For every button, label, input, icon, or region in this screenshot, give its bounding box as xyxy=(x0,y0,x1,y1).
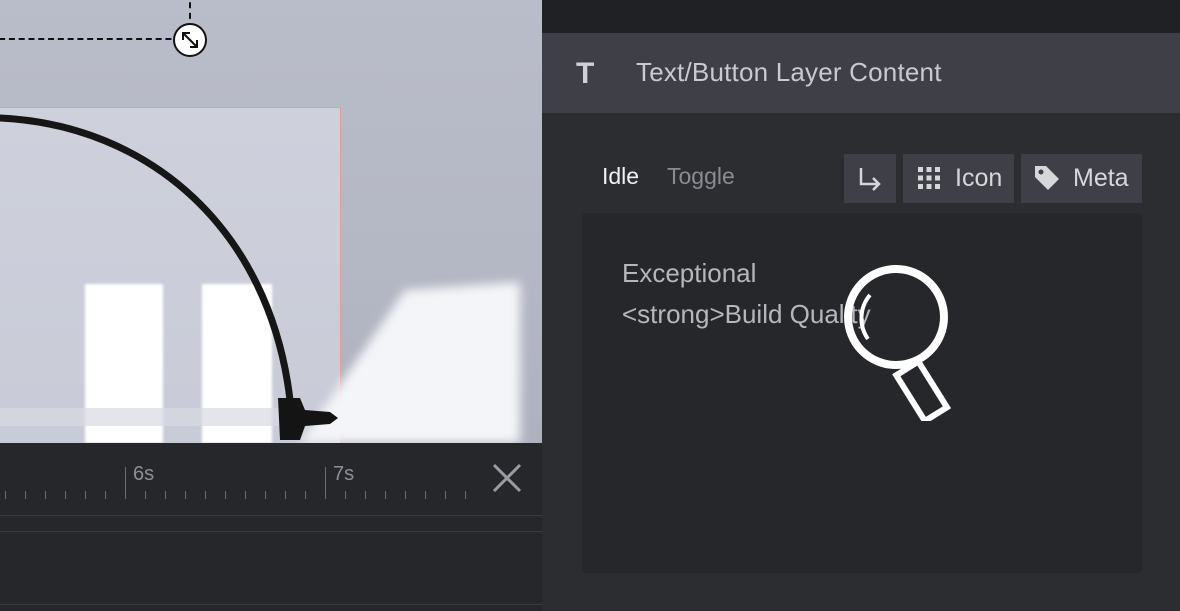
timeline-tick xyxy=(205,491,206,499)
editor-line-1: Exceptional xyxy=(622,258,757,288)
editor-line-2: <strong>Build Quality xyxy=(622,299,871,329)
timeline-tick xyxy=(385,491,386,499)
timeline-track[interactable] xyxy=(0,531,542,605)
timeline-tick xyxy=(145,491,146,499)
tag-icon xyxy=(1035,166,1059,190)
timeline-tick xyxy=(405,491,406,499)
timeline-major-tick xyxy=(325,467,326,499)
timeline-tick xyxy=(365,491,366,499)
canvas-stage[interactable] xyxy=(0,0,542,443)
timeline-tick xyxy=(445,491,446,499)
text-layer-icon: T xyxy=(576,57,595,90)
resize-handle[interactable] xyxy=(173,23,207,57)
timeline-tick xyxy=(185,491,186,499)
layer-image xyxy=(0,114,520,443)
grid-icon xyxy=(918,167,940,189)
timeline-tick xyxy=(225,491,226,499)
timeline-tick xyxy=(465,491,466,499)
timeline-tick xyxy=(65,491,66,499)
panel-topbar xyxy=(542,0,1180,33)
insert-meta-button[interactable]: Meta xyxy=(1021,154,1142,203)
timeline-tick xyxy=(25,491,26,499)
timeline-tick xyxy=(5,491,6,499)
timeline-tick xyxy=(265,491,266,499)
layer-content-editor[interactable]: Exceptional <strong>Build Quality xyxy=(582,213,1142,573)
timeline-tick xyxy=(345,491,346,499)
timeline-label-7s: 7s xyxy=(333,463,355,485)
icon-button-label: Icon xyxy=(955,164,1003,192)
timeline-tick xyxy=(305,491,306,499)
insert-line-break-button[interactable] xyxy=(844,154,896,203)
diagonal-resize-icon xyxy=(182,32,198,48)
insert-icon-button[interactable]: Icon xyxy=(903,154,1014,203)
timeline-tick xyxy=(245,491,246,499)
tab-toggle[interactable]: Toggle xyxy=(667,163,735,190)
tab-idle[interactable]: Idle xyxy=(602,163,639,190)
timeline-tick xyxy=(425,491,426,499)
layer-settings-panel: T Text/Button Layer Content Idle Toggle … xyxy=(542,0,1180,611)
timeline-tick xyxy=(45,491,46,499)
timeline-ruler[interactable]: 6s 7s xyxy=(0,443,542,516)
timeline-label-6s: 6s xyxy=(133,463,155,485)
panel-header: T Text/Button Layer Content xyxy=(542,33,1180,113)
close-timeline-icon[interactable] xyxy=(490,461,524,495)
magnifier-cursor-icon xyxy=(844,265,952,421)
meta-button-label: Meta xyxy=(1073,164,1129,192)
timeline[interactable]: 6s 7s xyxy=(0,443,542,611)
timeline-tick xyxy=(85,491,86,499)
timeline-major-tick xyxy=(125,467,126,499)
panel-title: Text/Button Layer Content xyxy=(636,57,942,87)
timeline-tick xyxy=(165,491,166,499)
selection-outline xyxy=(0,0,191,40)
timeline-tick xyxy=(105,491,106,499)
timeline-tick xyxy=(285,491,286,499)
arrow-down-right-icon xyxy=(859,168,881,191)
